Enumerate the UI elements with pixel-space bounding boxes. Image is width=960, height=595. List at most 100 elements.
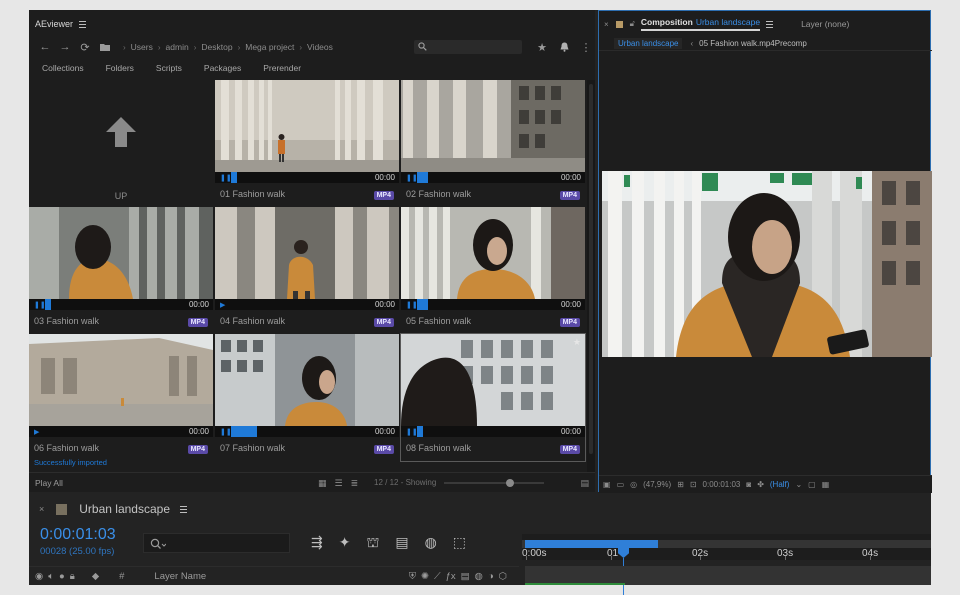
media-tile[interactable]: ❚❚ 00:00 03 Fashion walk MP4: [29, 207, 213, 334]
camera-icon[interactable]: ◙: [746, 480, 751, 489]
region-icon[interactable]: ▣: [603, 480, 611, 489]
solo-icon[interactable]: ●: [59, 571, 65, 582]
playback-bar[interactable]: ❚❚ 00:00: [401, 299, 585, 310]
pause-icon[interactable]: ❚❚: [220, 174, 232, 182]
effect-switch-icon[interactable]: ƒx: [446, 571, 456, 582]
list-view-icon[interactable]: ☰: [335, 478, 343, 489]
tab-packages[interactable]: Packages: [191, 63, 241, 73]
tab-scripts[interactable]: Scripts: [143, 63, 182, 73]
grid-view-icon[interactable]: ▦: [318, 478, 327, 489]
tab-collections[interactable]: Collections: [29, 63, 84, 73]
panel-menu-icon[interactable]: [180, 505, 187, 513]
label-tag-icon[interactable]: ◆: [92, 571, 99, 582]
media-tile[interactable]: ★ ❚❚ 00:00 08 Fashion walk MP4: [400, 333, 586, 462]
layout-icon[interactable]: ▤: [580, 478, 589, 489]
composition-tab[interactable]: Composition Urban landscape: [640, 17, 761, 31]
pause-icon[interactable]: ❚❚: [220, 428, 232, 436]
media-tile[interactable]: ▶ 00:00 04 Fashion walk MP4: [215, 207, 399, 334]
zoom-level[interactable]: (47,9%): [643, 480, 671, 489]
pause-icon[interactable]: ❚❚: [406, 174, 418, 182]
layer-track-area[interactable]: [525, 566, 931, 585]
media-tile[interactable]: ❚❚ 00:00 02 Fashion walk MP4: [401, 80, 585, 207]
back-arrow-icon[interactable]: ←: [35, 39, 55, 55]
playback-bar[interactable]: ❚❚ 00:00: [215, 172, 399, 183]
close-icon[interactable]: ×: [604, 20, 609, 29]
refresh-icon[interactable]: ⟳: [75, 39, 95, 55]
breadcrumb-item[interactable]: Videos: [304, 42, 336, 52]
breadcrumb-item[interactable]: Mega project: [242, 42, 297, 52]
up-folder-tile[interactable]: UP: [29, 80, 213, 207]
panel-menu-icon[interactable]: [79, 20, 87, 28]
collapse-switch-icon[interactable]: ✺: [421, 571, 429, 582]
frame-blend-switch-icon[interactable]: ▤: [461, 571, 470, 582]
mask-icon[interactable]: ◎: [630, 480, 637, 489]
forward-arrow-icon[interactable]: →: [55, 39, 75, 55]
composition-viewer[interactable]: [602, 171, 932, 357]
playback-bar[interactable]: ▶ 00:00: [215, 299, 399, 310]
lock-icon[interactable]: 🔓︎: [630, 19, 635, 29]
layer-search-input[interactable]: [143, 533, 290, 553]
view-layout-icon[interactable]: ▢: [808, 480, 816, 489]
frame-icon[interactable]: ⊡: [690, 480, 697, 489]
play-all-button[interactable]: Play All: [35, 478, 63, 488]
media-tile[interactable]: ❚❚ 00:00 05 Fashion walk MP4: [401, 207, 585, 334]
bell-icon[interactable]: [554, 39, 574, 55]
playback-bar[interactable]: ▶ 00:00: [29, 426, 213, 437]
thumbnail-size-slider[interactable]: [444, 479, 544, 487]
star-icon[interactable]: ★: [532, 39, 552, 55]
composition-flowchart-icon[interactable]: ⇶: [311, 534, 323, 553]
motion-blur-switch-icon[interactable]: ◍: [475, 571, 483, 582]
3d-layer-switch-icon[interactable]: ⬡: [499, 571, 507, 582]
playback-bar[interactable]: ❚❚ 00:00: [401, 426, 585, 437]
chevron-down-icon[interactable]: ⌄: [795, 480, 802, 489]
current-time-indicator[interactable]: [618, 546, 629, 558]
time-ruler[interactable]: 0:00s 01 02s 03s 04s: [522, 534, 931, 595]
transparency-grid-icon[interactable]: ▦: [822, 480, 830, 489]
favorite-star-icon[interactable]: ★: [573, 337, 581, 348]
layer-name-header[interactable]: Layer Name: [154, 571, 206, 582]
grid-scrollbar[interactable]: [587, 80, 595, 472]
pause-icon[interactable]: ❚❚: [406, 301, 418, 309]
pause-icon[interactable]: ❚❚: [34, 301, 46, 309]
playback-bar[interactable]: ❚❚ 00:00: [29, 299, 213, 310]
layer-tab[interactable]: Layer (none): [801, 19, 849, 29]
media-tile[interactable]: ❚❚ 00:00 07 Fashion walk MP4: [215, 334, 399, 461]
eye-icon[interactable]: ◉: [35, 571, 43, 582]
timecode[interactable]: 0:00:01:03: [40, 526, 116, 544]
slider-handle[interactable]: [506, 479, 514, 487]
detail-view-icon[interactable]: ≣: [351, 478, 359, 489]
channels-icon[interactable]: ✤: [757, 480, 764, 489]
more-vertical-icon[interactable]: ⋮: [576, 39, 596, 55]
timeline-title[interactable]: Urban landscape: [79, 502, 170, 516]
play-icon[interactable]: ▶: [34, 428, 39, 436]
breadcrumb-item[interactable]: admin: [163, 42, 192, 52]
lock-icon[interactable]: 🔒︎: [70, 571, 75, 582]
fit-icon[interactable]: ⊞: [677, 480, 684, 489]
quality-switch-icon[interactable]: ⟋: [434, 571, 441, 582]
breadcrumb-item[interactable]: Users: [128, 42, 156, 52]
monitor-icon[interactable]: ▭: [617, 480, 625, 489]
adjustment-switch-icon[interactable]: ◑: [488, 571, 494, 582]
panel-menu-icon[interactable]: [766, 20, 774, 28]
playback-bar[interactable]: ❚❚ 00:00: [401, 172, 585, 183]
media-tile[interactable]: ❚❚ 00:00 01 Fashion walk MP4: [215, 80, 399, 207]
breadcrumb-item[interactable]: Urban landscape: [614, 38, 683, 49]
tab-prerender[interactable]: Prerender: [250, 63, 301, 73]
breadcrumb-item[interactable]: Desktop: [198, 42, 235, 52]
graph-editor-icon[interactable]: ⬚: [453, 534, 466, 553]
folder-icon[interactable]: [95, 39, 115, 55]
shy-switch-icon[interactable]: ⛨: [409, 571, 416, 582]
frame-blending-icon[interactable]: ▤: [395, 534, 408, 553]
work-area-bar[interactable]: [522, 540, 931, 548]
play-icon[interactable]: ▶: [220, 301, 225, 309]
close-icon[interactable]: ×: [39, 504, 44, 514]
current-time[interactable]: 0:00:01:03: [703, 480, 741, 489]
draft-3d-icon[interactable]: ✦: [339, 534, 351, 553]
playback-bar[interactable]: ❚❚ 00:00: [215, 426, 399, 437]
media-tile[interactable]: ▶ 00:00 06 Fashion walk MP4 Successfully…: [29, 334, 213, 467]
resolution-dropdown[interactable]: (Half): [770, 480, 790, 489]
motion-blur-icon[interactable]: ◍: [425, 534, 437, 553]
speaker-icon[interactable]: 🔈︎: [48, 571, 54, 582]
breadcrumb-item[interactable]: 05 Fashion walk.mp4Precomp: [699, 39, 807, 48]
shy-layers-icon[interactable]: ⛫: [366, 534, 379, 553]
